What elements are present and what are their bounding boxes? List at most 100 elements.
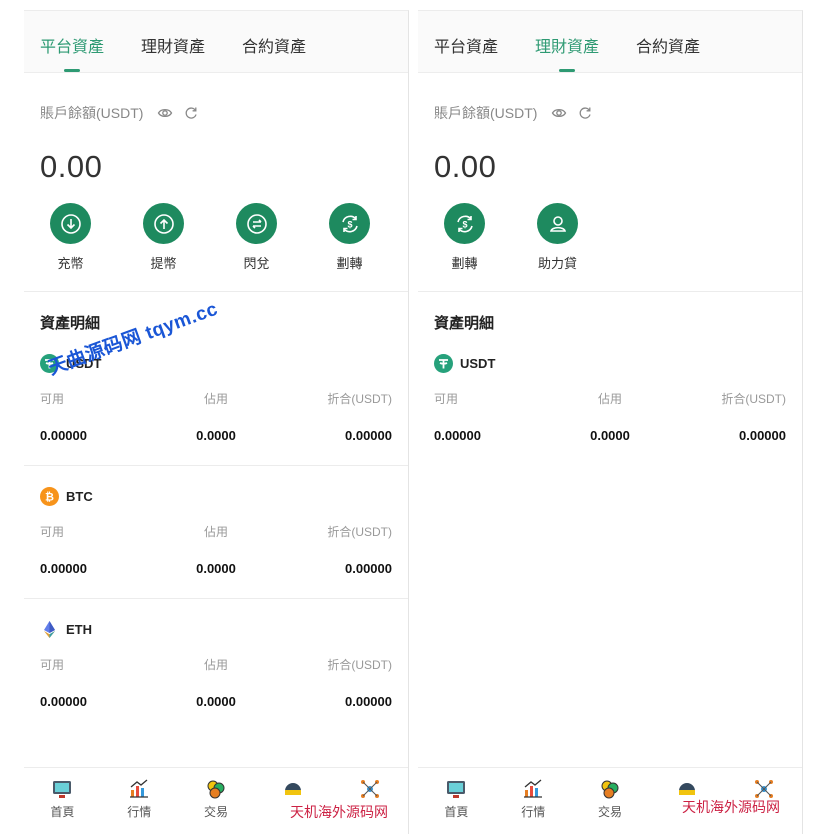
finance-assets-panel: 平台資產 理財資產 合約資產 賬戶餘額(USDT) 0.00 $ 劃轉 助力貸 … (418, 10, 803, 834)
watermark-red-right: 天机海外源码网 (682, 800, 780, 816)
tab-platform-assets[interactable]: 平台資產 (40, 11, 104, 72)
tab-contract-assets[interactable]: 合約資產 (636, 11, 700, 72)
asset-tabs: 平台資產 理財資產 合約資產 (24, 11, 408, 73)
balance-amount: 0.00 (434, 149, 497, 184)
available-value: 0.00000 (40, 694, 87, 709)
nav-trade-label: 交易 (597, 805, 622, 819)
market-chart-icon (130, 779, 149, 798)
eye-icon[interactable] (157, 105, 173, 121)
deposit-button[interactable]: 充幣 (24, 203, 117, 275)
equivalent-value: 0.00000 (345, 428, 392, 443)
loan-icon (537, 203, 578, 244)
nav-trade[interactable]: 交易 (572, 768, 649, 834)
balance-label-row: 賬戶餘額(USDT) (418, 93, 802, 133)
nav-contract[interactable] (254, 768, 331, 834)
occupied-label: 佔用 (597, 392, 622, 406)
loan-button[interactable]: 助力貸 (511, 203, 604, 275)
svg-text:₿: ₿ (45, 491, 54, 503)
exchange-icon (236, 203, 277, 244)
svg-text:$: $ (347, 219, 352, 229)
divider (24, 291, 408, 292)
occupied-label: 佔用 (203, 525, 228, 539)
tab-finance-assets[interactable]: 理財資產 (141, 11, 205, 72)
available-label: 可用 (40, 658, 65, 672)
transfer-label: 劃轉 (451, 256, 478, 271)
nav-market-label: 行情 (127, 805, 152, 819)
coin-name: ETH (66, 621, 92, 637)
balance-label-row: 賬戶餘額(USDT) (24, 93, 408, 133)
refresh-icon[interactable] (577, 105, 593, 121)
occupied-value: 0.0000 (196, 694, 236, 709)
nav-home[interactable]: 首頁 (24, 768, 101, 834)
asset-item-usdt[interactable]: USDT 可用 佔用 折合(USDT) 0.00000 0.0000 0.000… (418, 351, 802, 443)
equivalent-value: 0.00000 (739, 428, 786, 443)
tab-finance-assets[interactable]: 理財資產 (535, 11, 599, 72)
usdt-icon (434, 353, 453, 373)
action-row: $ 劃轉 助力貸 (418, 203, 802, 275)
withdraw-icon (143, 203, 184, 244)
occupied-label: 佔用 (203, 658, 228, 672)
equivalent-label: 折合(USDT) (721, 392, 786, 406)
transfer-label: 劃轉 (336, 256, 363, 271)
nav-home[interactable]: 首頁 (418, 768, 495, 834)
asset-item-eth[interactable]: ETH 可用 佔用 折合(USDT) 0.00000 0.0000 0.0000… (24, 617, 408, 709)
occupied-label: 佔用 (203, 392, 228, 406)
available-value: 0.00000 (40, 561, 87, 576)
contract-icon (284, 783, 301, 795)
asset-item-btc[interactable]: ₿ BTC 可用 佔用 折合(USDT) 0.00000 0.0000 0.00… (24, 484, 408, 576)
transfer-button[interactable]: $ 劃轉 (303, 203, 396, 275)
eye-icon[interactable] (551, 105, 567, 121)
nav-home-label: 首頁 (50, 805, 75, 819)
equivalent-label: 折合(USDT) (327, 525, 392, 539)
action-row: 充幣 提幣 閃兌 $ 劃轉 (24, 203, 408, 275)
equivalent-label: 折合(USDT) (327, 658, 392, 672)
available-value: 0.00000 (40, 428, 87, 443)
withdraw-label: 提幣 (150, 256, 177, 271)
coin-name: USDT (460, 355, 496, 371)
occupied-value: 0.0000 (196, 561, 236, 576)
exchange-label: 閃兌 (243, 256, 270, 271)
loan-label: 助力貸 (537, 256, 577, 271)
equivalent-value: 0.00000 (345, 694, 392, 709)
platform-assets-panel: 平台資產 理財資產 合約資產 賬戶餘額(USDT) 0.00 充幣 提幣 閃兌 … (24, 10, 409, 834)
divider (24, 598, 408, 599)
equivalent-value: 0.00000 (345, 561, 392, 576)
market-chart-icon (524, 779, 543, 798)
divider (24, 465, 408, 466)
nav-market[interactable]: 行情 (495, 768, 572, 834)
balance-label: 賬戶餘額(USDT) (434, 105, 538, 121)
asset-detail-title: 資產明細 (434, 315, 495, 332)
nav-assets[interactable] (331, 768, 408, 834)
balance-amount: 0.00 (40, 149, 103, 184)
balance-label: 賬戶餘額(USDT) (40, 105, 144, 121)
coins-icon (207, 780, 225, 799)
nav-market[interactable]: 行情 (101, 768, 178, 834)
nav-trade[interactable]: 交易 (178, 768, 255, 834)
transfer-button[interactable]: $ 劃轉 (418, 203, 511, 275)
occupied-value: 0.0000 (196, 428, 236, 443)
eth-icon (40, 620, 59, 639)
withdraw-button[interactable]: 提幣 (117, 203, 210, 275)
tab-contract-assets[interactable]: 合約資產 (242, 11, 306, 72)
nav-home-label: 首頁 (444, 805, 469, 819)
asset-tabs: 平台資產 理財資產 合約資產 (418, 11, 802, 73)
divider (418, 291, 802, 292)
refresh-icon[interactable] (183, 105, 199, 121)
exchange-button[interactable]: 閃兌 (210, 203, 303, 275)
home-icon (447, 781, 466, 798)
coin-name: BTC (66, 488, 93, 504)
coins-icon (601, 780, 619, 799)
transfer-icon: $ (444, 203, 485, 244)
available-label: 可用 (434, 392, 459, 406)
tab-platform-assets[interactable]: 平台資產 (434, 11, 498, 72)
bottom-nav: 首頁 行情 交易 (24, 767, 408, 834)
deposit-label: 充幣 (57, 256, 84, 271)
equivalent-label: 折合(USDT) (327, 392, 392, 406)
btc-icon: ₿ (40, 486, 59, 506)
nav-market-label: 行情 (521, 805, 546, 819)
available-label: 可用 (40, 392, 65, 406)
occupied-value: 0.0000 (590, 428, 630, 443)
available-value: 0.00000 (434, 428, 481, 443)
transfer-icon: $ (329, 203, 370, 244)
network-icon (360, 780, 379, 798)
